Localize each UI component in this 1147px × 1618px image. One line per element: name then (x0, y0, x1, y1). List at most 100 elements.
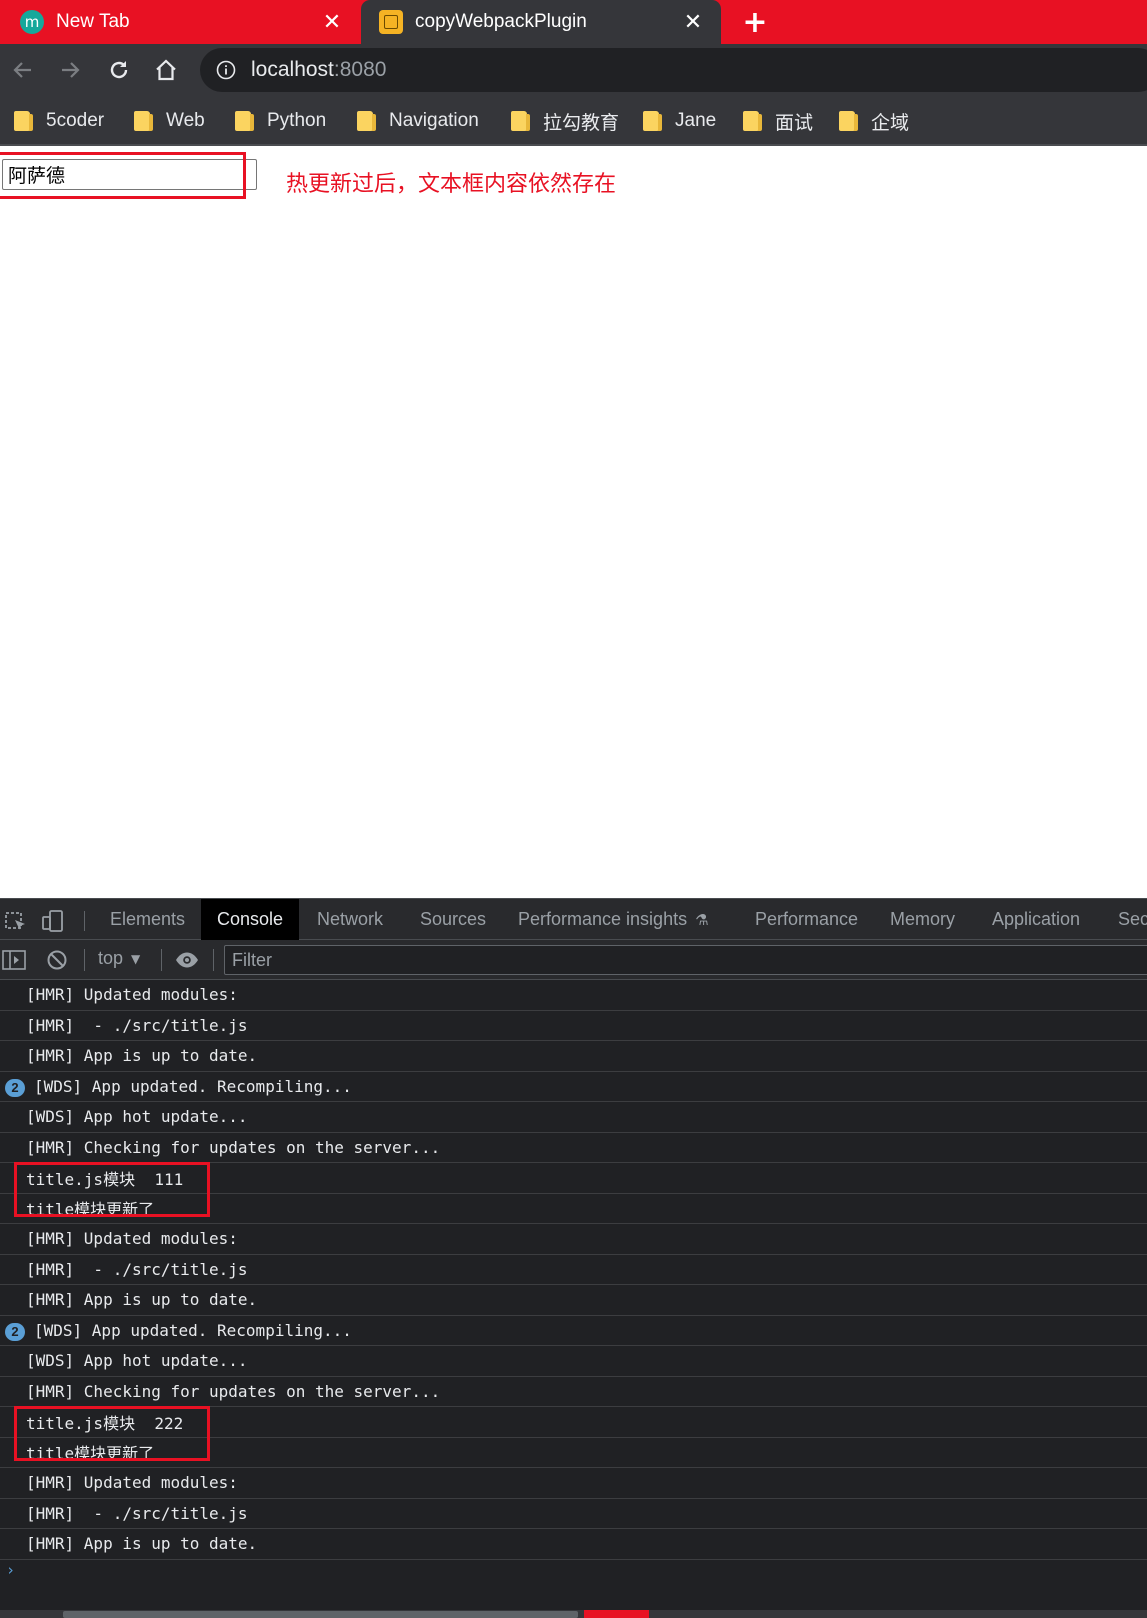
flask-icon: ⚗ (695, 910, 709, 929)
home-icon (156, 59, 176, 81)
console-message-text: title.js模块 222 (26, 1413, 184, 1433)
clear-console-icon[interactable] (44, 948, 70, 972)
text-input[interactable] (2, 159, 257, 190)
context-selector[interactable]: top ▼ (98, 948, 140, 969)
console-filter-bar: top ▼ (0, 940, 1147, 980)
close-icon[interactable]: ✕ (679, 8, 707, 36)
console-message-text: [HMR] - ./src/title.js (26, 1259, 248, 1279)
bookmarks-bar: 5coder Web Python Navigation 拉勾教育 Jane 面… (0, 96, 1147, 146)
back-button[interactable] (7, 54, 39, 86)
tab-title: copyWebpackPlugin (415, 11, 587, 32)
bookmark-folder[interactable]: Python (235, 106, 326, 136)
device-toolbar-icon[interactable] (40, 908, 66, 934)
bookmark-folder[interactable]: 5coder (14, 106, 104, 136)
console-message-text: [HMR] Checking for updates on the server… (26, 1381, 441, 1401)
forward-button[interactable] (54, 54, 86, 86)
filter-input[interactable] (224, 945, 1147, 975)
console-message: 2 [WDS] App updated. Recompiling... (0, 1316, 1147, 1346)
bookmark-label: Navigation (389, 110, 479, 131)
repeat-count-badge: 2 (5, 1322, 25, 1341)
sidebar-toggle-icon[interactable] (1, 948, 27, 972)
folder-icon (235, 111, 254, 131)
bookmark-label: 5coder (46, 110, 105, 131)
reload-button[interactable] (103, 54, 135, 86)
tab-network[interactable]: Network (301, 899, 399, 940)
console-message: [HMR] Checking for updates on the server… (0, 1133, 1147, 1163)
bookmark-folder[interactable]: 企域 (839, 106, 909, 136)
console-message-text: [WDS] App updated. Recompiling... (34, 1076, 352, 1096)
tab-performance[interactable]: Performance (739, 899, 874, 940)
tab-memory[interactable]: Memory (874, 899, 971, 940)
console-message: [HMR] App is up to date. (0, 1285, 1147, 1316)
console-message: [HMR] Updated modules: (0, 1224, 1147, 1255)
tab-application[interactable]: Application (976, 899, 1096, 940)
console-prompt[interactable]: › (6, 1561, 15, 1579)
tab-copywebpackplugin[interactable]: copyWebpackPlugin ✕ (361, 0, 721, 44)
tab-strip: m New Tab ✕ copyWebpackPlugin ✕ + (0, 0, 1147, 44)
new-tab-button[interactable]: + (738, 5, 772, 40)
tab-performance-insights[interactable]: Performance insights ⚗ (502, 899, 725, 940)
bookmark-folder[interactable]: Navigation (357, 106, 479, 136)
console-message: title.js模块 222 (0, 1407, 1147, 1438)
console-message: 2 [WDS] App updated. Recompiling... (0, 1072, 1147, 1102)
scrollbar-thumb[interactable] (63, 1611, 578, 1618)
folder-icon (357, 111, 376, 131)
bookmark-folder[interactable]: Jane (643, 106, 716, 136)
console-message: title.js模块 111 (0, 1163, 1147, 1194)
console-message-text: [WDS] App hot update... (26, 1351, 248, 1371)
bookmark-folder[interactable]: 拉勾教育 (511, 106, 619, 136)
caret-down-icon: ▼ (131, 951, 141, 966)
console-message-text: [HMR] App is up to date. (26, 1290, 258, 1310)
info-icon[interactable] (216, 60, 236, 80)
horizontal-scrollbar[interactable] (0, 1610, 1147, 1618)
home-button[interactable] (150, 54, 182, 86)
eye-icon[interactable] (174, 948, 200, 972)
console-message: title模块更新了 (0, 1194, 1147, 1224)
console-message-text: [HMR] Updated modules: (26, 1473, 238, 1493)
console-message-text: title模块更新了 (26, 1444, 155, 1464)
console-message-text: [HMR] App is up to date. (26, 1046, 258, 1066)
browser-toolbar: localhost:8080 (0, 44, 1147, 96)
console-message-text: [HMR] App is up to date. (26, 1534, 258, 1554)
tab-new-tab[interactable]: m New Tab ✕ (0, 0, 360, 44)
folder-icon (14, 111, 33, 131)
folder-icon (643, 111, 662, 131)
tab-title: New Tab (56, 11, 130, 32)
bookmark-label: 面试 (775, 112, 814, 134)
bookmark-label: Jane (675, 110, 717, 131)
console-message: [WDS] App hot update... (0, 1102, 1147, 1133)
scrollbar-marker (584, 1610, 649, 1618)
address-bar[interactable]: localhost:8080 (200, 48, 1147, 92)
tab-elements[interactable]: Elements (94, 899, 201, 940)
bookmark-label: 企域 (871, 112, 910, 134)
console-message-text: title模块更新了 (26, 1200, 155, 1220)
m-favicon-icon: m (20, 10, 44, 34)
url-text: localhost:8080 (251, 58, 387, 81)
console-messages: [HMR] Updated modules: [HMR] - ./src/titl… (0, 980, 1147, 1560)
bookmark-label: Web (166, 110, 205, 131)
close-icon[interactable]: ✕ (318, 8, 346, 36)
console-message: [WDS] App hot update... (0, 1346, 1147, 1377)
console-message: [HMR] App is up to date. (0, 1041, 1147, 1072)
console-message-text: [HMR] - ./src/title.js (26, 1503, 248, 1523)
inspect-element-icon[interactable] (3, 908, 29, 934)
console-message-text: title.js模块 111 (26, 1169, 184, 1189)
tab-sources[interactable]: Sources (404, 899, 502, 940)
annotation-text: 热更新过后，文本框内容依然存在 (286, 172, 617, 197)
tab-console[interactable]: Console (201, 899, 300, 940)
tab-security[interactable]: Secu (1102, 899, 1147, 940)
console-message-text: [HMR] - ./src/title.js (26, 1015, 248, 1035)
folder-icon (134, 111, 153, 131)
divider (84, 949, 85, 971)
bookmark-label: Python (267, 110, 327, 131)
console-message-text: [WDS] App hot update... (26, 1107, 248, 1127)
bookmark-folder[interactable]: 面试 (743, 106, 813, 136)
bookmark-folder[interactable]: Web (134, 106, 205, 136)
console-message-text: [HMR] Checking for updates on the server… (26, 1137, 441, 1157)
arrow-left-icon (13, 62, 31, 78)
devtools-panel: Elements Console Network Sources Perform… (0, 898, 1147, 1618)
console-message: title模块更新了 (0, 1438, 1147, 1468)
tab-label: Performance insights (518, 909, 688, 929)
folder-icon (743, 111, 762, 131)
divider (213, 949, 214, 971)
